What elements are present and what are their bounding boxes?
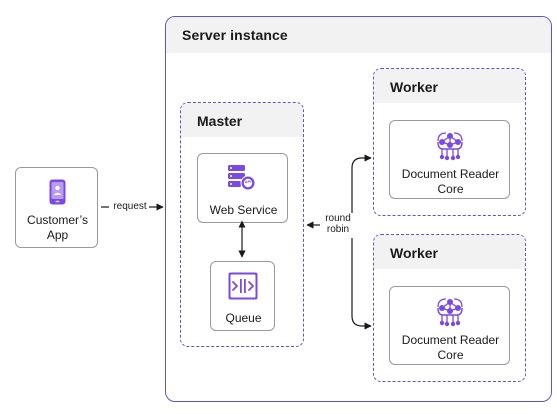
queue-icon — [228, 272, 258, 300]
queue-label: Queue — [225, 311, 262, 325]
web-service-label: Web Service — [209, 203, 278, 217]
document-reader-core-node: Document Reader Core — [389, 120, 510, 199]
mobile-user-icon — [49, 179, 66, 205]
request-edge-label: request — [113, 201, 147, 212]
web-service-node: API Web Service — [197, 153, 288, 223]
document-reader-core-node: Document Reader Core — [389, 286, 510, 365]
worker-title: Worker — [390, 245, 438, 261]
customer-app-label: Customer’s App — [27, 213, 88, 242]
server-instance-title: Server instance — [182, 27, 288, 43]
document-reader-core-label: Document Reader Core — [401, 167, 500, 196]
document-reader-core-label: Document Reader Core — [401, 333, 500, 362]
round-robin-edge-label: round robin — [325, 213, 351, 235]
worker-title: Worker — [390, 79, 438, 95]
customer-app-node: Customer’s App — [15, 167, 98, 248]
api-badge: API — [244, 178, 252, 184]
master-title: Master — [197, 113, 243, 129]
neural-network-icon — [437, 132, 463, 161]
queue-node: Queue — [210, 261, 275, 331]
neural-network-icon — [437, 298, 463, 327]
